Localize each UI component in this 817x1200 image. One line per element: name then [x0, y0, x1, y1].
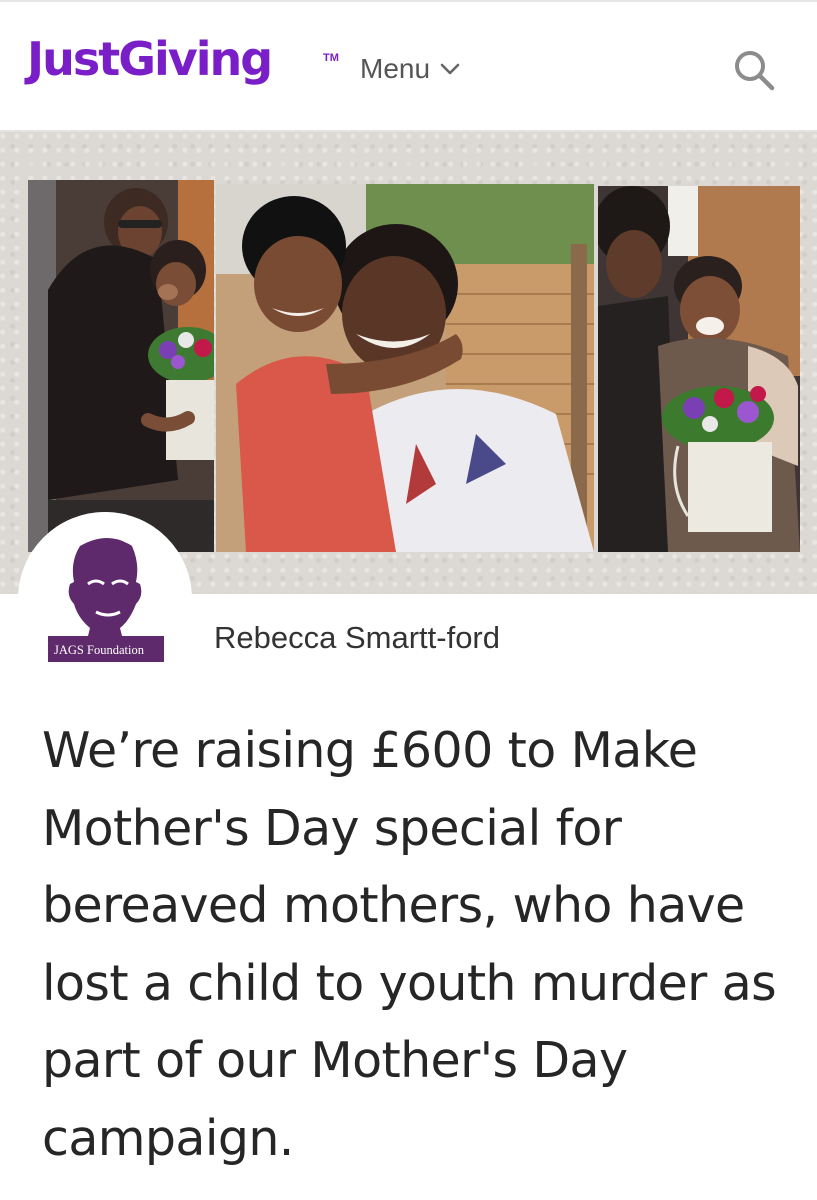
- photo-mother-and-son: [216, 184, 594, 552]
- menu-button[interactable]: Menu: [360, 52, 460, 86]
- page: JustGiving TM Menu JAGS Foundation Rebec…: [0, 0, 817, 1200]
- menu-label: Menu: [360, 53, 431, 84]
- justgiving-logo[interactable]: JustGiving: [27, 36, 273, 82]
- charity-badge-label: JAGS Foundation: [54, 643, 144, 657]
- search-icon[interactable]: [730, 46, 778, 94]
- charity-avatar[interactable]: [18, 512, 192, 686]
- photo-flowers-left: [28, 180, 214, 552]
- fundraiser-owner-name[interactable]: Rebecca Smartt-ford: [214, 620, 500, 656]
- fundraiser-headline: We’re raising £600 to Make Mother's Day …: [42, 722, 777, 1167]
- trademark-mark: TM: [323, 52, 339, 64]
- chevron-down-icon: [440, 63, 460, 75]
- site-header: JustGiving TM Menu: [0, 0, 817, 132]
- photo-flowers-right: [598, 186, 800, 552]
